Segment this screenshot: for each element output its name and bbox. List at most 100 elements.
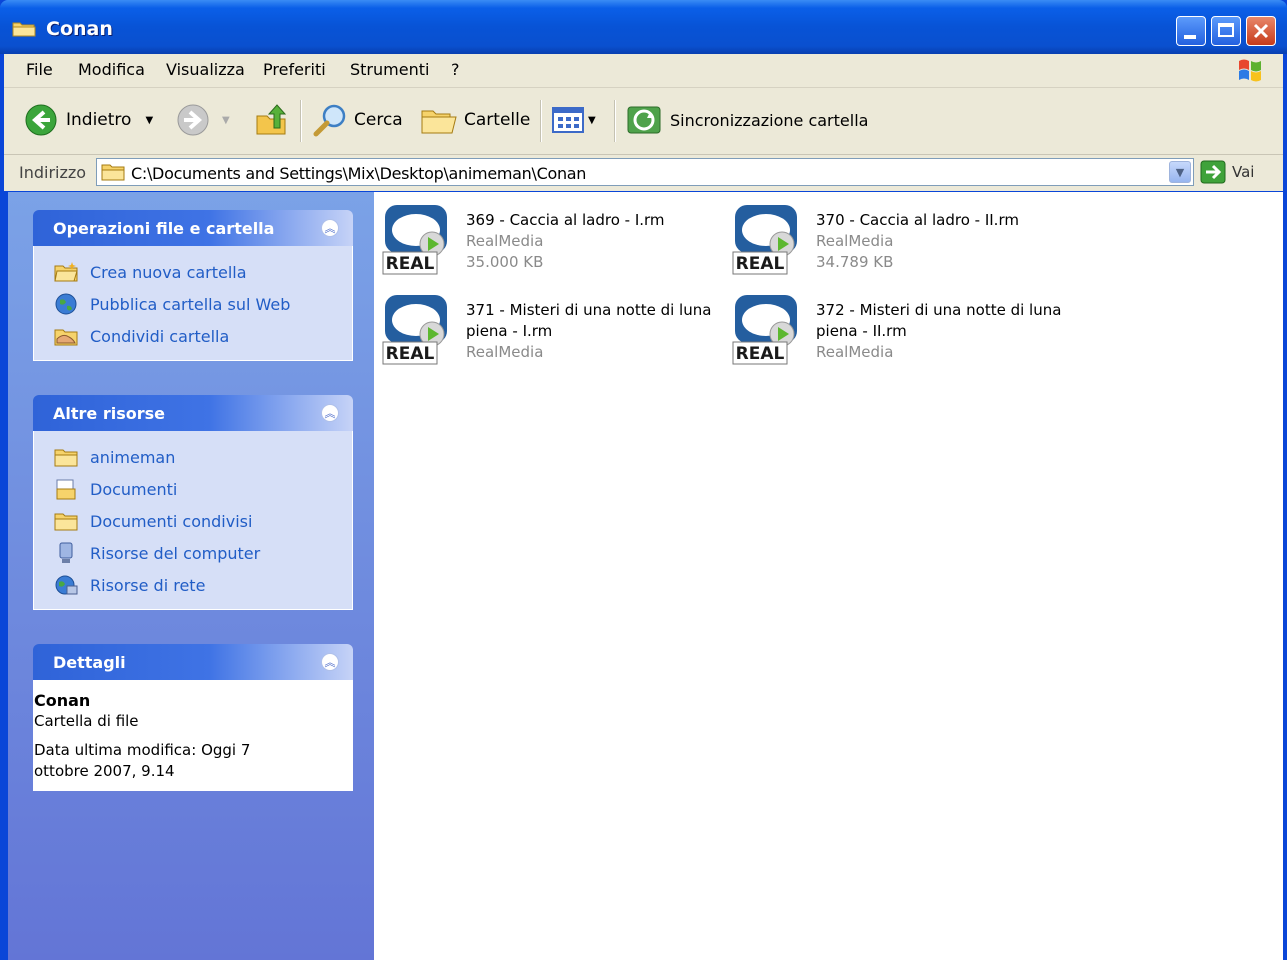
details-modified: Data ultima modifica: Oggi 7 ottobre 200… [34, 741, 251, 780]
task-publish-web[interactable]: Pubblica cartella sul Web [34, 288, 352, 320]
file-item[interactable]: REAL 371 - Misteri di una notte di luna … [382, 287, 722, 367]
menu-strumenti[interactable]: Strumenti [350, 60, 429, 79]
real-badge: REAL [386, 344, 435, 364]
sync-folder-button[interactable]: Sincronizzazione cartella [626, 102, 868, 138]
menu-preferiti[interactable]: Preferiti [263, 60, 326, 79]
menu-modifica[interactable]: Modifica [78, 60, 145, 79]
windows-logo-icon [1239, 59, 1261, 82]
title-bar[interactable]: Conan [0, 0, 1287, 54]
go-arrow-icon [1200, 160, 1226, 184]
search-button[interactable]: Cerca [312, 102, 403, 138]
maximize-icon [1218, 23, 1234, 37]
close-button[interactable] [1246, 16, 1276, 46]
collapse-icon[interactable]: ︽ [321, 219, 339, 237]
forward-button[interactable]: ▼ [176, 102, 230, 138]
file-list: REAL 369 - Caccia al ladro - I.rm RealMe… [374, 192, 1283, 960]
file-type: RealMedia [466, 232, 544, 250]
minimize-button[interactable] [1176, 16, 1206, 46]
toolbar-separator [540, 100, 542, 142]
search-label: Cerca [354, 110, 403, 130]
file-info: 370 - Caccia al ladro - II.rm RealMedia … [816, 210, 1076, 273]
shared-folder-icon [54, 513, 78, 531]
place-risorse-rete[interactable]: Risorse di rete [34, 569, 352, 601]
folders-icon [421, 110, 457, 134]
real-badge: REAL [736, 254, 785, 274]
sync-icon [627, 106, 661, 134]
back-label: Indietro [66, 110, 132, 130]
maximize-button[interactable] [1211, 16, 1241, 46]
place-label: animeman [90, 447, 176, 467]
file-name: 371 - Misteri di una notte di luna piena… [466, 301, 712, 340]
file-tasks-header[interactable]: Operazioni file e cartella ︽ [33, 210, 353, 246]
file-name: 369 - Caccia al ladro - I.rm [466, 211, 665, 229]
collapse-icon[interactable]: ︽ [321, 404, 339, 422]
minimize-icon [1184, 35, 1196, 39]
network-icon [55, 575, 78, 595]
file-item[interactable]: REAL 370 - Caccia al ladro - II.rm RealM… [732, 197, 1072, 277]
views-button[interactable]: ▼ [552, 102, 596, 138]
documents-icon [56, 479, 76, 500]
sync-label: Sincronizzazione cartella [670, 110, 869, 130]
file-info: 369 - Caccia al ladro - I.rm RealMedia 3… [466, 210, 726, 273]
file-info: 371 - Misteri di una notte di luna piena… [466, 300, 726, 363]
task-label: Pubblica cartella sul Web [90, 294, 291, 314]
file-item[interactable]: REAL 369 - Caccia al ladro - I.rm RealMe… [382, 197, 722, 277]
close-icon [1253, 23, 1269, 39]
explorer-window: Conan File Modifica Visualizza Preferiti… [0, 0, 1287, 960]
file-type: RealMedia [466, 343, 544, 361]
address-path: C:\Documents and Settings\Mix\Desktop\an… [131, 164, 587, 183]
task-share-folder[interactable]: Condividi cartella [34, 320, 352, 352]
views-icon [552, 107, 584, 133]
file-size: 35.000 KB [466, 253, 544, 271]
address-label: Indirizzo [19, 163, 87, 182]
share-folder-icon [54, 329, 78, 346]
menu-visualizza[interactable]: Visualizza [166, 60, 245, 79]
address-bar: Indirizzo C:\Documents and Settings\Mix\… [4, 155, 1283, 191]
address-field[interactable]: C:\Documents and Settings\Mix\Desktop\an… [96, 158, 1194, 186]
file-item[interactable]: REAL 372 - Misteri di una notte di luna … [732, 287, 1072, 367]
task-label: Crea nuova cartella [90, 262, 247, 282]
other-places-panel: Altre risorse ︽ animeman Documenti Docum… [33, 395, 353, 610]
views-dropdown-icon[interactable]: ▼ [588, 115, 596, 126]
globe-icon [55, 293, 77, 315]
file-tasks-body: Crea nuova cartella Pubblica cartella su… [33, 246, 353, 361]
place-animeman[interactable]: animeman [34, 441, 352, 473]
up-folder-button[interactable] [254, 102, 290, 138]
collapse-icon[interactable]: ︽ [321, 653, 339, 671]
menu-help[interactable]: ? [451, 60, 460, 79]
back-button[interactable]: Indietro ▼ [24, 102, 153, 138]
task-pane: Operazioni file e cartella ︽ Crea nuova … [8, 192, 374, 960]
file-type: RealMedia [816, 232, 894, 250]
back-arrow-icon [25, 104, 57, 136]
realmedia-file-icon: REAL [732, 295, 797, 365]
realmedia-file-icon: REAL [382, 205, 447, 275]
realmedia-file-icon: REAL [382, 295, 447, 365]
task-label: Condividi cartella [90, 326, 230, 346]
address-dropdown-button[interactable]: ▼ [1169, 161, 1191, 183]
file-size: 34.789 KB [816, 253, 894, 271]
place-documenti[interactable]: Documenti [34, 473, 352, 505]
other-places-body: animeman Documenti Documenti condivisi R… [33, 431, 353, 610]
window-border [1283, 54, 1287, 960]
folders-button[interactable]: Cartelle [420, 102, 530, 138]
details-type: Cartella di file [34, 712, 139, 730]
task-new-folder[interactable]: Crea nuova cartella [34, 256, 352, 288]
details-header[interactable]: Dettagli ︽ [33, 644, 353, 680]
other-places-header[interactable]: Altre risorse ︽ [33, 395, 353, 431]
details-panel: Dettagli ︽ Conan Cartella di file Data u… [33, 644, 353, 791]
folders-label: Cartelle [464, 110, 531, 130]
place-label: Documenti condivisi [90, 511, 253, 531]
details-body: Conan Cartella di file Data ultima modif… [33, 680, 353, 791]
folder-icon [54, 449, 78, 467]
toolbar-separator [300, 100, 302, 142]
back-dropdown-icon[interactable]: ▼ [145, 115, 153, 126]
file-tasks-panel: Operazioni file e cartella ︽ Crea nuova … [33, 210, 353, 361]
file-name: 370 - Caccia al ladro - II.rm [816, 211, 1019, 229]
place-risorse-computer[interactable]: Risorse del computer [34, 537, 352, 569]
go-button[interactable]: Vai [1200, 160, 1254, 184]
place-documenti-condivisi[interactable]: Documenti condivisi [34, 505, 352, 537]
folder-icon [12, 22, 36, 37]
toolbar: Indietro ▼ ▼ Cerca Cartelle ▼ Sincronizz… [4, 88, 1283, 155]
menu-file[interactable]: File [26, 60, 53, 79]
realmedia-file-icon: REAL [732, 205, 797, 275]
